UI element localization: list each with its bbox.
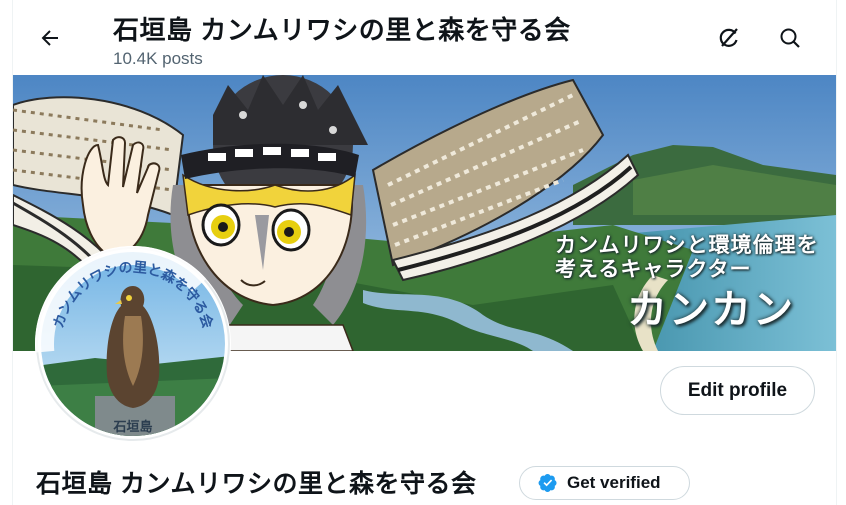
page-title: 石垣島 カンムリワシの里と森を守る会 <box>113 15 571 45</box>
search-button[interactable] <box>773 21 807 55</box>
grok-icon <box>719 28 738 47</box>
back-button[interactable] <box>33 21 67 55</box>
avatar-image: カンムリワシの里と森を守る会 <box>35 246 231 442</box>
posts-count: 10.4K posts <box>113 49 203 68</box>
get-verified-label: Get verified <box>567 473 661 492</box>
avatar-caption: 石垣島 <box>113 419 153 434</box>
arrow-left-icon <box>41 30 58 46</box>
get-verified-button[interactable]: Get verified <box>519 466 690 500</box>
edit-profile-button[interactable]: Edit profile <box>660 366 815 415</box>
column-border-right <box>836 0 837 505</box>
profile-header-bar: 石垣島 カンムリワシの里と森を守る会 10.4K posts <box>13 0 836 75</box>
profile-display-name: 石垣島 カンムリワシの里と森を守る会 <box>36 470 477 498</box>
profile-avatar[interactable]: カンムリワシの里と森を守る会 石垣島 <box>35 246 231 442</box>
verified-badge-icon <box>538 473 558 493</box>
banner-character-name: カンカン <box>627 288 795 332</box>
search-icon <box>780 28 800 48</box>
grok-button[interactable] <box>712 21 746 55</box>
